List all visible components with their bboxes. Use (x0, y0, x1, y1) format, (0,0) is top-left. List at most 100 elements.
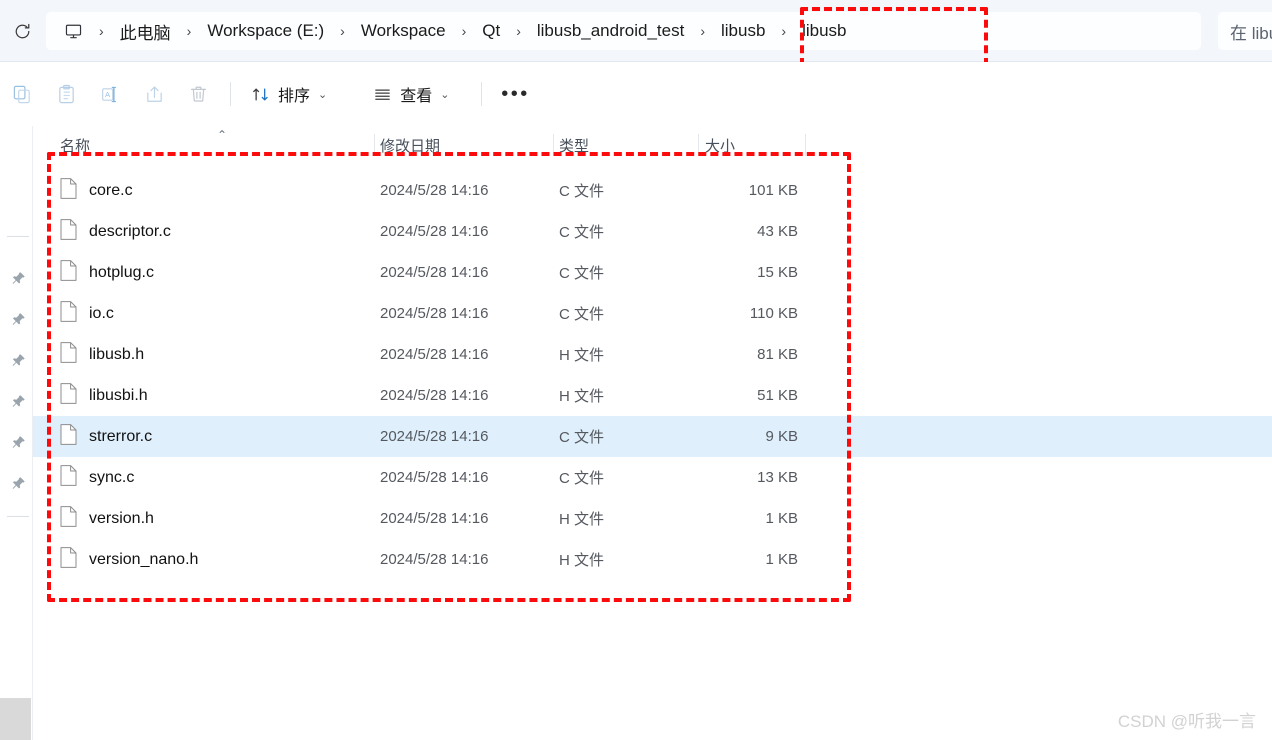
file-icon (60, 546, 77, 573)
column-header-size[interactable]: 大小 (705, 132, 735, 158)
file-rows: core.c 2024/5/28 14:16 C 文件 101 KB descripto… (33, 170, 1272, 580)
rename-icon[interactable]: A (88, 75, 132, 113)
share-icon[interactable] (132, 75, 176, 113)
file-size-cell: 1 KB (765, 551, 798, 568)
file-name-cell: libusbi.h (60, 382, 148, 409)
column-divider-3[interactable] (698, 134, 699, 156)
table-row[interactable]: descriptor.c 2024/5/28 14:16 C 文件 43 KB (33, 211, 1272, 252)
sort-ascending-icon: ⌃ (217, 128, 228, 142)
file-size-cell: 51 KB (757, 387, 798, 404)
search-input[interactable]: 在 libu (1218, 12, 1272, 50)
delete-icon[interactable] (176, 75, 220, 113)
navrail-scroll-thumb[interactable] (0, 698, 31, 740)
file-type-cell: H 文件 (559, 552, 605, 569)
file-icon (60, 464, 77, 491)
pin-icon[interactable] (8, 432, 28, 452)
column-header-name[interactable]: 名称 (60, 132, 90, 158)
this-pc-icon[interactable] (56, 16, 90, 46)
file-date-cell: 2024/5/28 14:16 (380, 510, 489, 527)
file-name-cell: io.c (60, 300, 114, 327)
file-size-cell: 1 KB (765, 510, 798, 527)
file-icon (60, 218, 77, 245)
breadcrumb-item-workspace[interactable]: Workspace (354, 18, 453, 44)
column-divider-2[interactable] (553, 134, 554, 156)
file-size-cell: 43 KB (757, 223, 798, 240)
breadcrumb-item-qt[interactable]: Qt (475, 18, 507, 44)
breadcrumb-separator-3: › (461, 23, 467, 39)
file-size-cell: 81 KB (757, 346, 798, 363)
file-icon (60, 300, 77, 327)
breadcrumb-separator-4: › (516, 23, 521, 39)
pin-icon[interactable] (8, 391, 28, 411)
file-name-label: version_nano.h (89, 550, 199, 568)
breadcrumb: › 此电脑 › Workspace (E:) › Workspace › Qt … (46, 12, 1201, 50)
breadcrumb-item-libusb-android-test[interactable]: libusb_android_test (530, 18, 691, 44)
file-date-cell: 2024/5/28 14:16 (380, 305, 489, 322)
file-type-cell: C 文件 (559, 306, 605, 323)
breadcrumb-item-this-pc[interactable]: 此电脑 (113, 16, 178, 47)
address-bar: › 此电脑 › Workspace (E:) › Workspace › Qt … (0, 0, 1272, 62)
breadcrumb-item-workspace-e[interactable]: Workspace (E:) (200, 18, 331, 44)
file-icon (60, 259, 77, 286)
paste-icon[interactable] (44, 75, 88, 113)
file-type-cell: H 文件 (559, 347, 605, 364)
file-icon (60, 382, 77, 409)
column-header-row: 名称 ⌃ 修改日期 类型 大小 (33, 128, 1272, 160)
more-options-button[interactable]: ••• (492, 75, 538, 113)
chevron-down-icon: ⌄ (318, 88, 328, 101)
file-type-cell: C 文件 (559, 265, 605, 282)
table-row[interactable]: version_nano.h 2024/5/28 14:16 H 文件 1 KB (33, 539, 1272, 580)
file-name-cell: descriptor.c (60, 218, 171, 245)
column-divider-1[interactable] (374, 134, 375, 156)
table-row[interactable]: libusbi.h 2024/5/28 14:16 H 文件 51 KB (33, 375, 1272, 416)
table-row[interactable]: core.c 2024/5/28 14:16 C 文件 101 KB (33, 170, 1272, 211)
file-date-cell: 2024/5/28 14:16 (380, 428, 489, 445)
file-name-cell: hotplug.c (60, 259, 154, 286)
file-type-cell: C 文件 (559, 429, 605, 446)
chevron-down-icon: ⌄ (440, 88, 450, 101)
table-row[interactable]: libusb.h 2024/5/28 14:16 H 文件 81 KB (33, 334, 1272, 375)
navigation-pane (0, 126, 33, 740)
breadcrumb-separator-1: › (186, 23, 192, 39)
svg-text:A: A (104, 90, 110, 99)
breadcrumb-item-libusb-2[interactable]: libusb (795, 18, 853, 44)
column-divider-4[interactable] (805, 134, 806, 156)
file-size-cell: 110 KB (749, 305, 798, 322)
breadcrumb-item-libusb-1[interactable]: libusb (714, 18, 772, 44)
table-row[interactable]: strerror.c 2024/5/28 14:16 C 文件 9 KB (33, 416, 1272, 457)
column-header-type[interactable]: 类型 (559, 132, 589, 158)
refresh-icon[interactable] (2, 15, 42, 47)
file-date-cell: 2024/5/28 14:16 (380, 223, 489, 240)
file-name-label: descriptor.c (89, 222, 171, 240)
table-row[interactable]: sync.c 2024/5/28 14:16 C 文件 13 KB (33, 457, 1272, 498)
view-button[interactable]: 查看 ⌄ (363, 75, 459, 113)
file-name-label: version.h (89, 509, 154, 527)
file-date-cell: 2024/5/28 14:16 (380, 551, 489, 568)
file-name-label: libusbi.h (89, 386, 148, 404)
pin-icon[interactable] (8, 350, 28, 370)
file-name-cell: sync.c (60, 464, 135, 491)
pin-icon[interactable] (8, 268, 28, 288)
file-name-label: libusb.h (89, 345, 145, 363)
sort-button[interactable]: 排序 ⌄ (241, 75, 337, 113)
table-row[interactable]: version.h 2024/5/28 14:16 H 文件 1 KB (33, 498, 1272, 539)
file-date-cell: 2024/5/28 14:16 (380, 469, 489, 486)
file-size-cell: 9 KB (765, 428, 798, 445)
file-name-label: io.c (89, 304, 114, 322)
file-size-cell: 101 KB (748, 182, 798, 199)
breadcrumb-separator-2: › (340, 23, 345, 39)
pin-icon[interactable] (8, 309, 28, 329)
table-row[interactable]: io.c 2024/5/28 14:16 C 文件 110 KB (33, 293, 1272, 334)
file-name-label: sync.c (89, 468, 135, 486)
file-name-label: strerror.c (89, 427, 153, 445)
navrail-divider-bottom (7, 516, 29, 517)
pin-icon[interactable] (8, 473, 28, 493)
column-header-date-modified[interactable]: 修改日期 (380, 132, 440, 158)
table-row[interactable]: hotplug.c 2024/5/28 14:16 C 文件 15 KB (33, 252, 1272, 293)
file-size-cell: 15 KB (757, 264, 798, 281)
file-name-cell: libusb.h (60, 341, 145, 368)
file-explorer-window: › 此电脑 › Workspace (E:) › Workspace › Qt … (0, 0, 1272, 740)
file-name-cell: version.h (60, 505, 154, 532)
copy-icon[interactable] (0, 75, 44, 113)
file-date-cell: 2024/5/28 14:16 (380, 264, 489, 281)
